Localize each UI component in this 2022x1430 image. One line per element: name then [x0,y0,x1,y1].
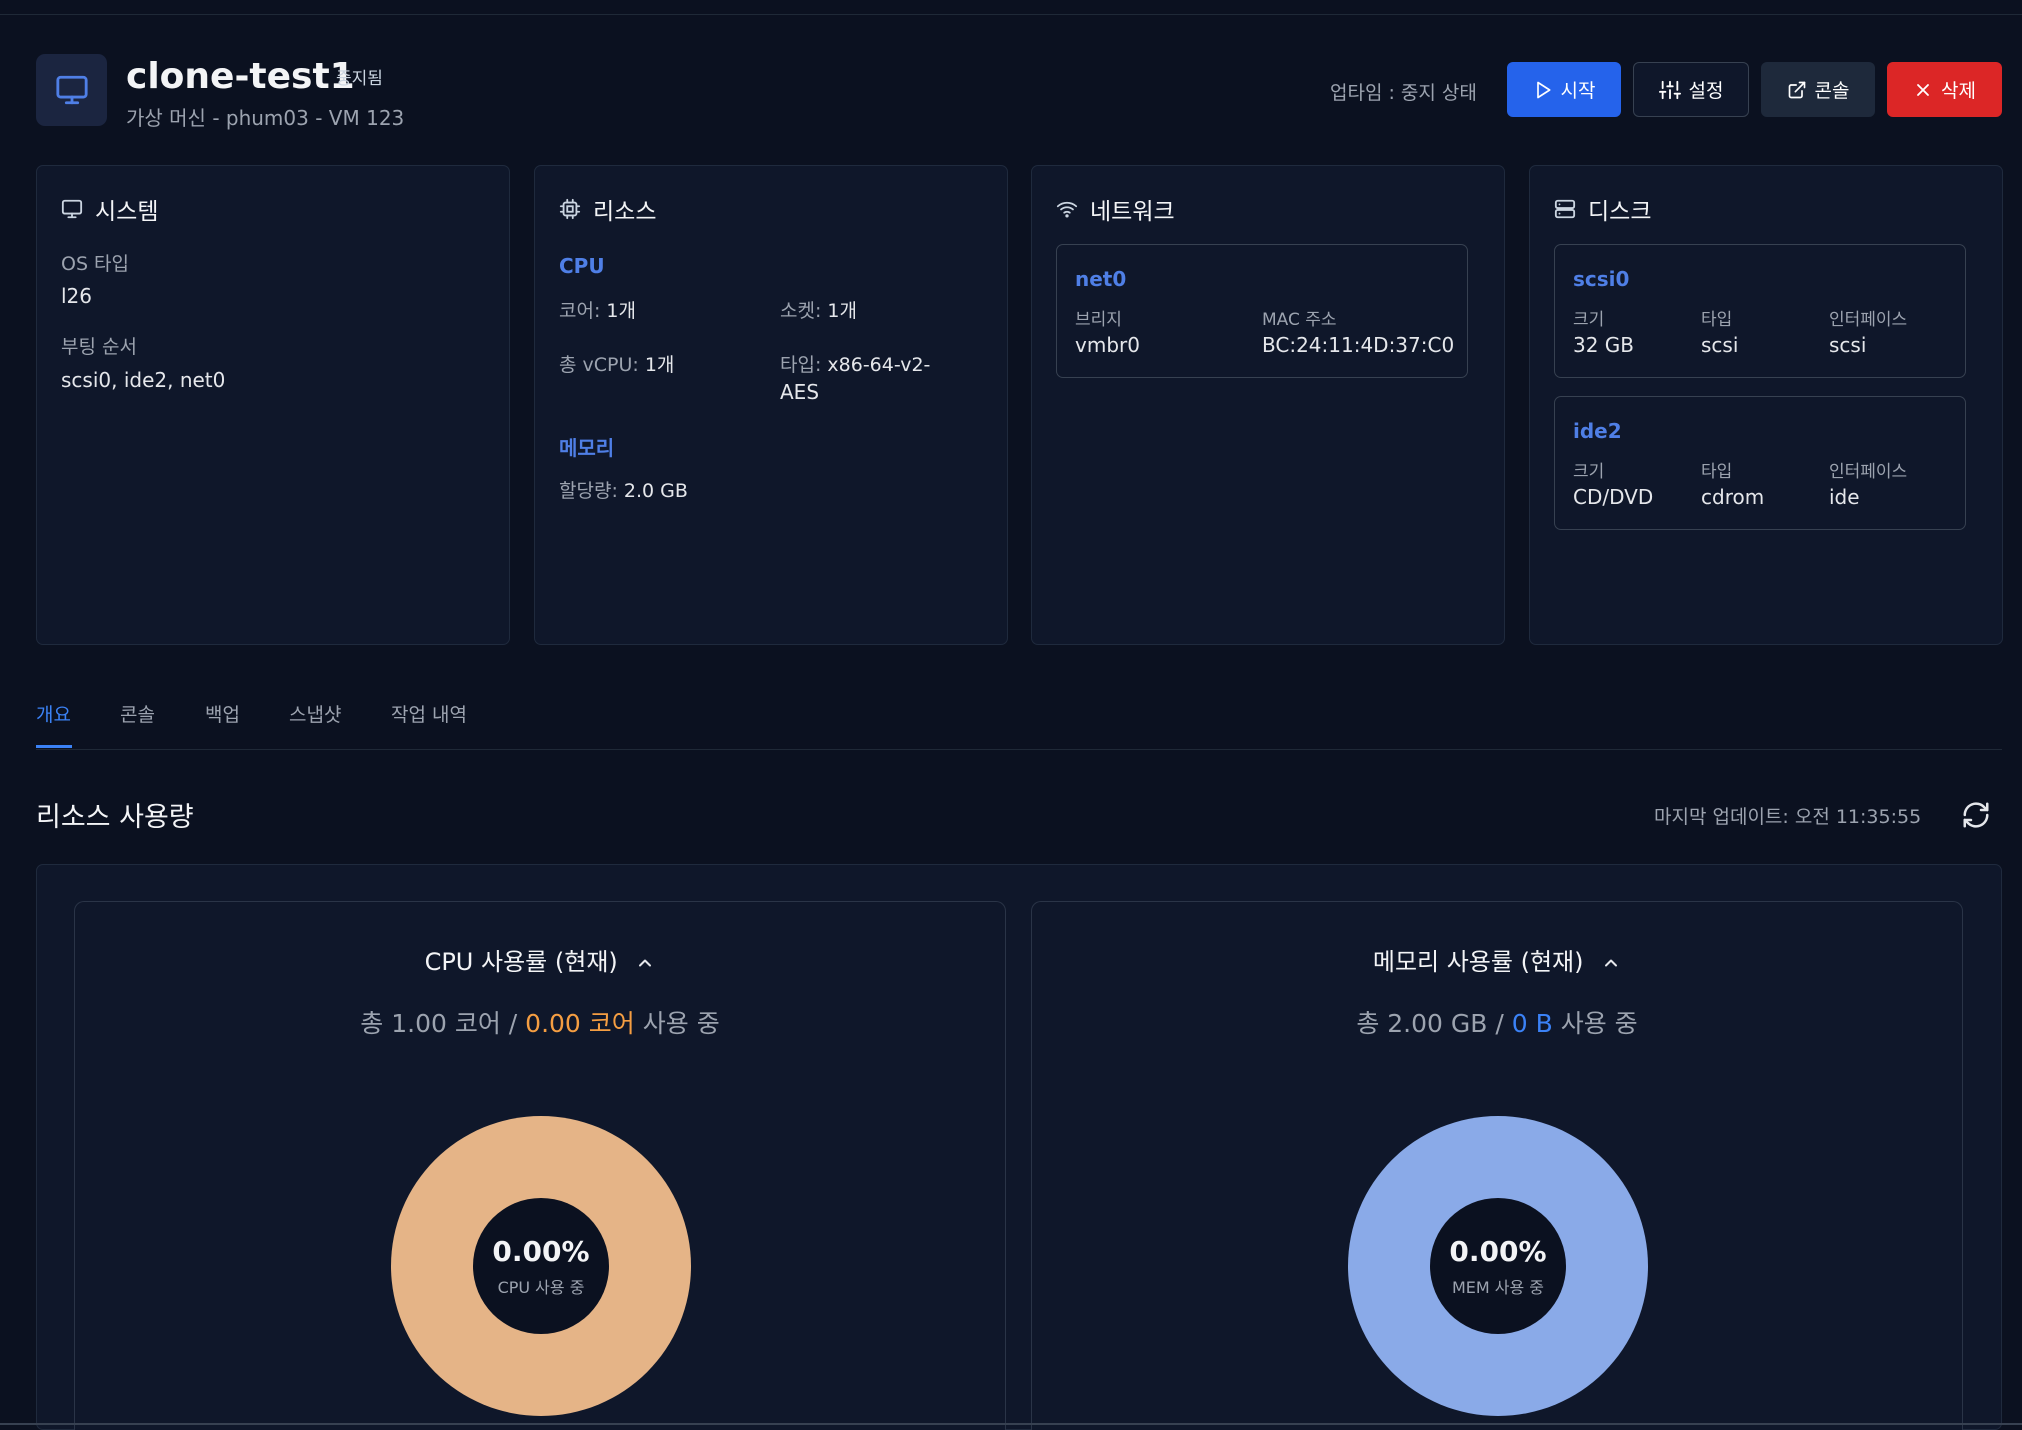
delete-button[interactable]: 삭제 [1887,62,2002,117]
tab-console[interactable]: 콘솔 [120,700,155,727]
refresh-button[interactable] [1961,800,1991,834]
interface-name: net0 [1075,267,1127,291]
chevron-up-icon [1605,959,1618,967]
start-button[interactable]: 시작 [1507,62,1621,117]
disk-name: ide2 [1573,419,1622,443]
disk-iface-value: ide [1829,485,1860,509]
disk-iface-label: 인터페이스 [1829,310,1908,330]
cpu-percent-label: CPU 사용 중 [497,1277,585,1297]
tab-overview[interactable]: 개요 [36,700,71,727]
usage-section-title: 리소스 사용량 [36,802,194,833]
cpu-section-title: CPU [559,254,605,278]
memory-donut-chart: 0.00% MEM 사용 중 [1348,1116,1648,1416]
network-interface: net0 브리지 vmbr0 MAC 주소 BC:24:11:4D:37:C0 [1056,244,1468,378]
chevron-up-icon [639,959,652,967]
disk-card-header: 디스크 [1554,192,1651,226]
resources-card: 리소스 CPU 코어: 1개 소켓: 1개 총 vCPU: 1개 타입: x86… [534,165,1008,645]
disk-iface-value: scsi [1829,333,1867,357]
delete-button-label: 삭제 [1941,80,1976,102]
vcpu-row: 총 vCPU: 1개 [559,354,675,376]
disk-size-value: 32 GB [1573,333,1635,357]
sockets-row: 소켓: 1개 [780,300,857,322]
cpu-percent: 0.00% [492,1234,590,1268]
disk-type-value: cdrom [1701,485,1765,509]
cpu-usage-summary: 총 1.00 코어 / 0.00 코어 사용 중 [360,1009,720,1038]
refresh-icon [1963,802,1989,828]
cpu-icon [559,198,581,220]
resources-card-title: 리소스 [593,199,657,225]
network-card-title: 네트워크 [1090,199,1175,225]
memory-section-title: 메모리 [559,436,615,460]
system-card: 시스템 OS 타입 l26 부팅 순서 scsi0, ide2, net0 [36,165,510,645]
tab-bar: 개요 콘솔 백업 스냅샷 작업 내역 [36,700,2002,750]
boot-order-label: 부팅 순서 [61,336,137,358]
start-button-label: 시작 [1560,80,1596,102]
wifi-icon [1056,201,1078,218]
memory-percent: 0.00% [1449,1234,1547,1268]
memory-donut-center: 0.00% MEM 사용 중 [1430,1198,1566,1334]
disk-type-label: 타입 [1701,310,1733,330]
disk-name: scsi0 [1573,267,1630,291]
system-card-title: 시스템 [95,199,159,225]
bridge-label: 브리지 [1075,310,1122,330]
os-type-value: l26 [61,284,93,308]
cpu-type-row: 타입: x86-64-v2- [780,354,931,376]
play-icon [1536,81,1551,98]
disk-size-label: 크기 [1573,310,1605,330]
vm-header: clone-test1 중지됨 가상 머신 - phum03 - VM 123 … [36,54,2002,130]
boot-order-value: scsi0, ide2, net0 [61,368,226,392]
tab-backup[interactable]: 백업 [205,700,240,727]
network-card: 네트워크 net0 브리지 vmbr0 MAC 주소 BC:24:11:4D:3… [1031,165,1505,645]
top-divider [0,14,2022,15]
uptime-text: 업타임 : 중지 상태 [1330,82,1477,104]
disk-item: scsi0 크기 32 GB 타입 scsi 인터페이스 scsi [1554,244,1966,378]
status-badge: 중지됨 [336,69,383,89]
resources-card-header: 리소스 [559,192,656,226]
memory-usage-summary: 총 2.00 GB / 0 B 사용 중 [1356,1009,1638,1038]
console-button-label: 콘솔 [1814,80,1850,102]
page-title: clone-test1 [126,56,355,97]
alloc-row: 할당량: 2.0 GB [559,480,688,502]
memory-usage-title[interactable]: 메모리 사용률 (현재) [1032,942,1962,977]
disk-item: ide2 크기 CD/DVD 타입 cdrom 인터페이스 ide [1554,396,1966,530]
bridge-value: vmbr0 [1075,333,1140,357]
cpu-usage-title[interactable]: CPU 사용률 (현재) [75,942,1005,977]
disk-type-label: 타입 [1701,462,1733,482]
console-button[interactable]: 콘솔 [1761,62,1875,117]
disk-size-label: 크기 [1573,462,1605,482]
monitor-icon [55,75,88,105]
cores-row: 코어: 1개 [559,300,636,322]
settings-button[interactable]: 설정 [1633,62,1749,117]
memory-percent-label: MEM 사용 중 [1451,1277,1545,1297]
close-icon [1917,83,1929,96]
vm-subtitle: 가상 머신 - phum03 - VM 123 [126,106,405,130]
monitor-icon [61,199,83,219]
sliders-icon [1658,80,1681,99]
tab-task-history[interactable]: 작업 내역 [391,700,467,727]
tab-divider [36,749,2002,750]
network-card-header: 네트워크 [1056,192,1175,226]
server-icon [1554,199,1576,219]
mac-value: BC:24:11:4D:37:C0 [1262,333,1455,357]
cpu-type-row-cont: AES [780,380,820,404]
active-tab-indicator [36,745,72,748]
disk-iface-label: 인터페이스 [1829,462,1908,482]
cpu-usage-card: CPU 사용률 (현재) 총 1.00 코어 / 0.00 코어 사용 중 0.… [74,901,1006,1430]
mac-label: MAC 주소 [1262,310,1337,330]
last-update-text: 마지막 업데이트: 오전 11:35:55 [1654,806,1922,828]
settings-button-label: 설정 [1688,80,1724,102]
disk-type-value: scsi [1701,333,1739,357]
cpu-donut-center: 0.00% CPU 사용 중 [473,1198,609,1334]
external-link-icon [1788,81,1805,98]
system-card-header: 시스템 [61,192,158,226]
disk-size-value: CD/DVD [1573,485,1654,509]
tab-snapshot[interactable]: 스냅샷 [289,700,341,727]
disk-card: 디스크 scsi0 크기 32 GB 타입 scsi 인터페이스 scsi id… [1529,165,2003,645]
disk-card-title: 디스크 [1588,199,1652,225]
memory-usage-card: 메모리 사용률 (현재) 총 2.00 GB / 0 B 사용 중 0.00% … [1031,901,1963,1430]
cpu-donut-chart: 0.00% CPU 사용 중 [391,1116,691,1416]
vm-avatar [36,54,107,126]
os-type-label: OS 타입 [61,253,130,275]
bottom-divider [0,1423,2022,1425]
